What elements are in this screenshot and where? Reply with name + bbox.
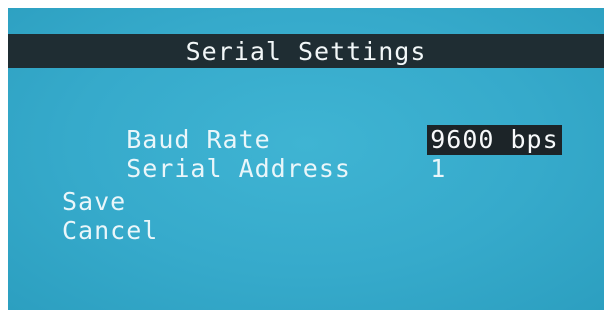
page-title: Serial Settings: [185, 36, 427, 66]
serial-address-value[interactable]: 1: [427, 154, 449, 184]
serial-address-label: Serial Address: [126, 154, 351, 183]
osd-screen: Serial Settings Baud Rate 9600 bps Serial…: [8, 8, 604, 310]
title-bar: Serial Settings: [8, 34, 604, 68]
cancel-button[interactable]: Cancel: [62, 216, 158, 246]
save-button[interactable]: Save: [62, 187, 126, 217]
